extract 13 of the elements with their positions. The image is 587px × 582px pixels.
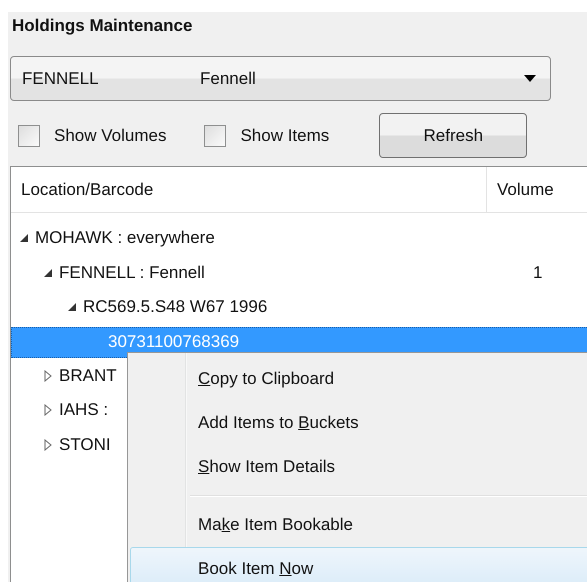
tree-label: STONI [59, 434, 111, 455]
location-name: Fennell [200, 68, 257, 88]
location-code: FENNELL [22, 68, 100, 88]
volume-count: 1 [532, 262, 542, 283]
tree-label: 30731100768369 [108, 332, 240, 352]
tree-label: FENNELL : Fennell [59, 262, 205, 283]
checkbox-label: Show Items [240, 126, 330, 146]
tree-label: MOHAWK : everywhere [35, 228, 215, 248]
checkbox-label: Show Volumes [54, 126, 166, 146]
panel-title: Holdings Maintenance [11, 15, 194, 37]
tree-label: IAHS : [59, 400, 108, 420]
tree-label: BRANT [59, 366, 117, 386]
tree-label: RC569.5.S48 W67 1996 [83, 297, 268, 318]
